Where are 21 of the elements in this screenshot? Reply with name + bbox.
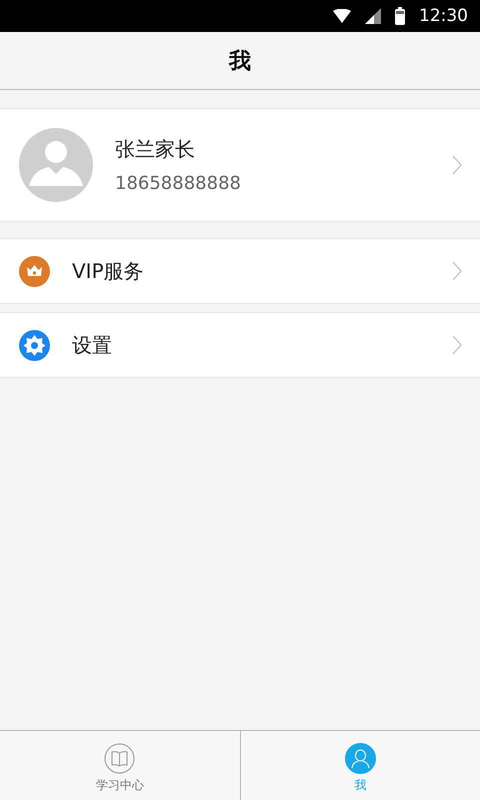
person-icon (344, 743, 376, 774)
user-name: 张兰家长 (115, 136, 196, 163)
book-icon (104, 743, 136, 774)
menu-label: VIP服务 (72, 258, 145, 284)
chevron-right-icon (452, 335, 462, 355)
menu-item[interactable]: 设置 (0, 313, 480, 377)
crown-icon (19, 256, 50, 286)
battery-icon (395, 7, 405, 25)
chevron-right-icon (452, 261, 462, 281)
menu-label: 设置 (72, 332, 113, 358)
phone-number: 18658888888 (115, 173, 242, 194)
wifi-icon (333, 9, 351, 23)
chevron-right-icon (452, 155, 462, 175)
tab[interactable]: 学习中心 (0, 731, 240, 800)
profile-card[interactable]: 张兰家长 18658888888 (0, 108, 480, 222)
gear-icon (19, 330, 50, 360)
avatar-icon (19, 128, 93, 202)
clock-time: 12:30 (419, 6, 468, 26)
page-title: 我 (229, 48, 251, 76)
menu-item[interactable]: VIP服务 (0, 239, 480, 303)
signal-icon (365, 8, 381, 24)
